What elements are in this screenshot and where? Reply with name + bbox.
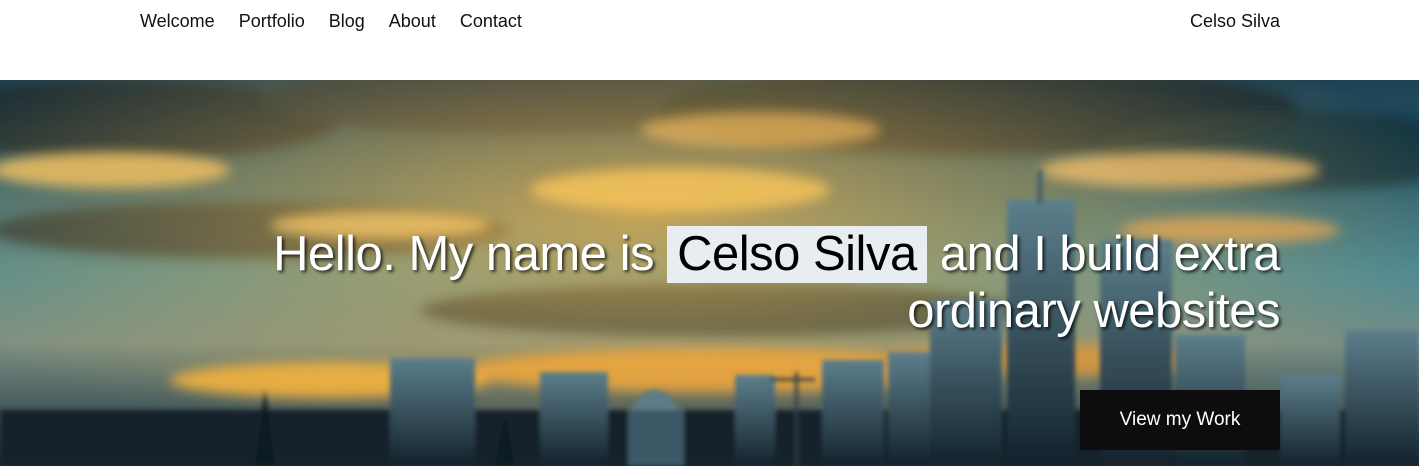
nav-link-blog[interactable]: Blog bbox=[329, 10, 365, 32]
nav-links: Welcome Portfolio Blog About Contact bbox=[140, 10, 522, 32]
nav-link-welcome[interactable]: Welcome bbox=[140, 10, 215, 32]
headline-name-highlight: Celso Silva bbox=[667, 226, 927, 283]
nav-link-about[interactable]: About bbox=[389, 10, 436, 32]
headline-intro-text: Hello. My name is bbox=[273, 227, 654, 281]
site-brand-name[interactable]: Celso Silva bbox=[1190, 10, 1280, 32]
headline-closing-text: and I build extra ordinary websites bbox=[907, 227, 1280, 338]
nav-link-portfolio[interactable]: Portfolio bbox=[239, 10, 305, 32]
hero-headline: Hello. My name is Celso Silva and I buil… bbox=[180, 226, 1280, 339]
view-my-work-button[interactable]: View my Work bbox=[1080, 390, 1280, 450]
top-navigation: Welcome Portfolio Blog About Contact Cel… bbox=[0, 0, 1419, 80]
nav-link-contact[interactable]: Contact bbox=[460, 10, 522, 32]
hero-section: Hello. My name is Celso Silva and I buil… bbox=[0, 80, 1419, 466]
